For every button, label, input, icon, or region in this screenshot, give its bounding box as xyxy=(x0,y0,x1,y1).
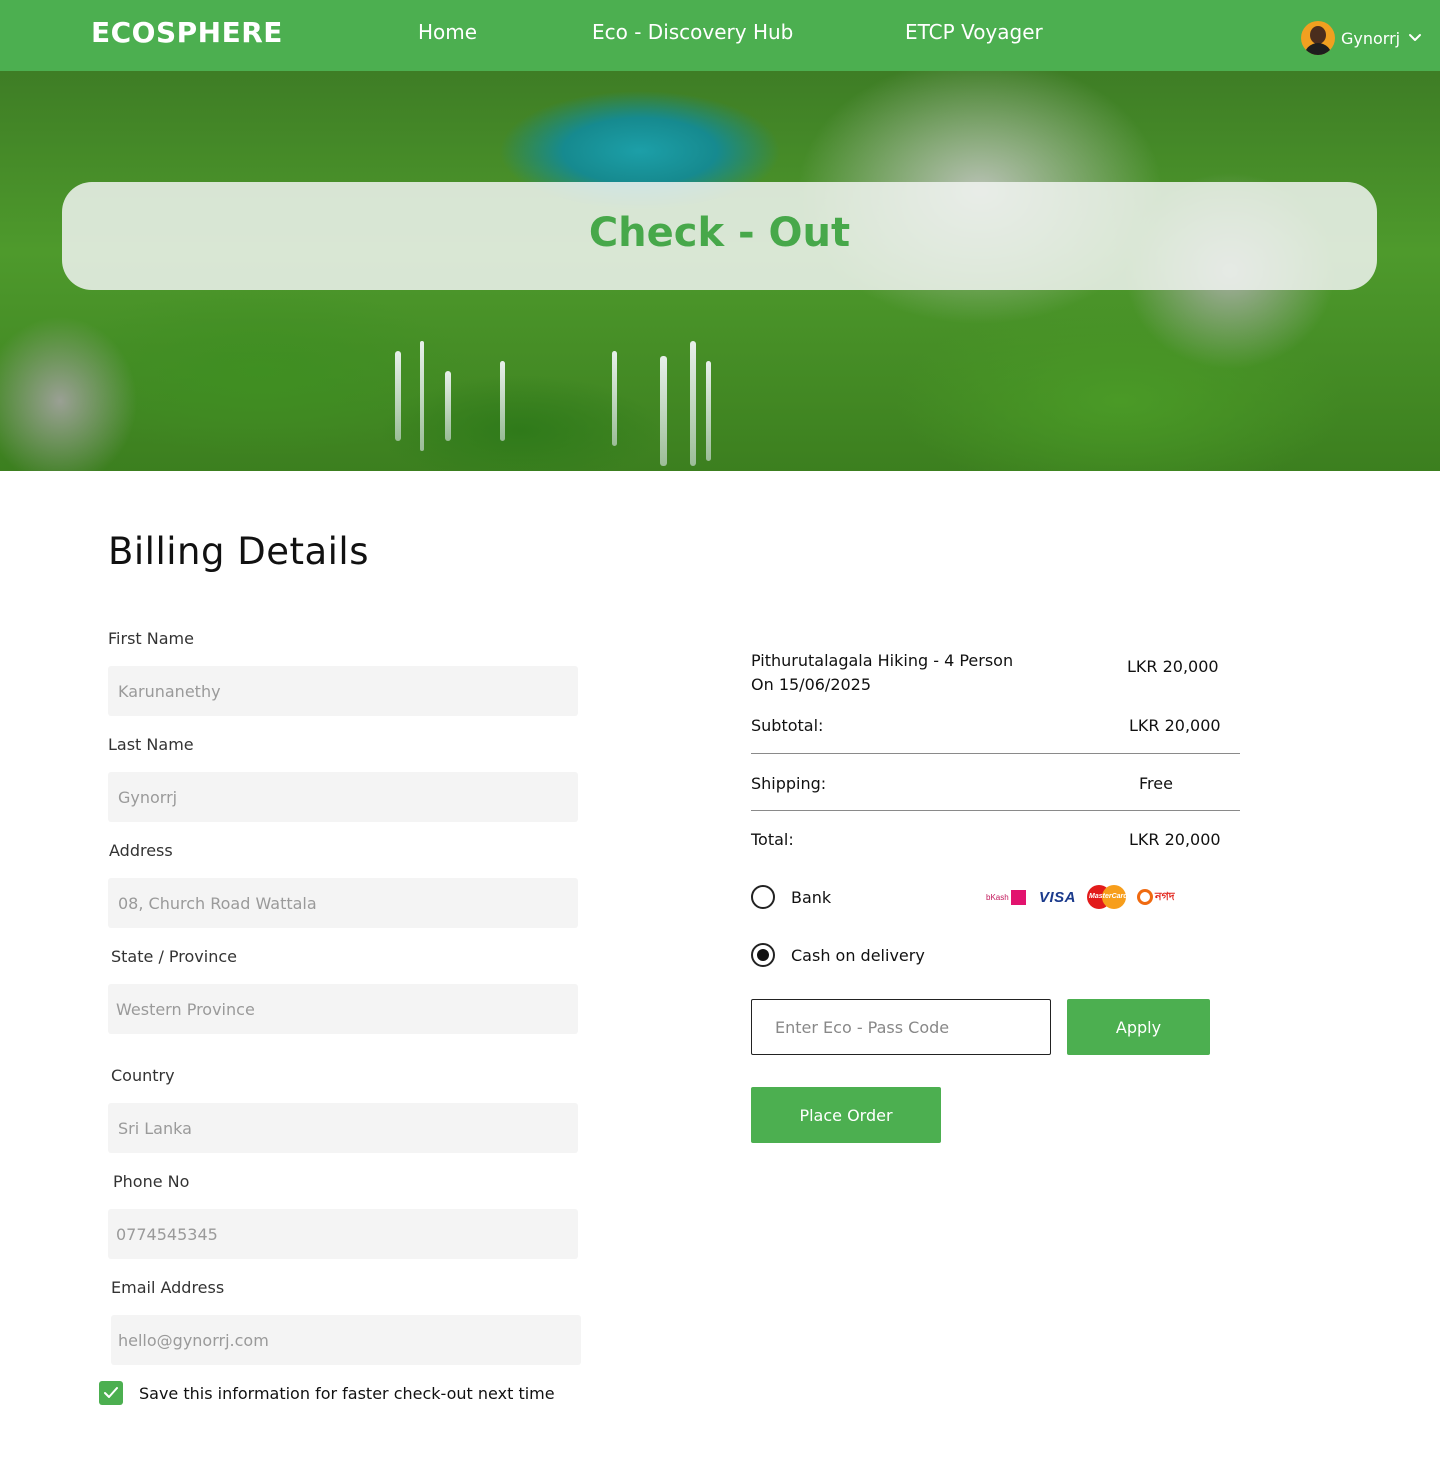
chevron-down-icon xyxy=(1409,34,1422,41)
phone-field[interactable] xyxy=(108,1209,578,1259)
top-navbar: ECOSPHERE Home Eco - Discovery Hub ETCP … xyxy=(0,0,1440,71)
first-name-field[interactable] xyxy=(108,666,578,716)
order-item-price: LKR 20,000 xyxy=(1127,657,1219,676)
first-name-label: First Name xyxy=(108,629,194,648)
address-field[interactable] xyxy=(108,878,578,928)
place-order-button[interactable]: Place Order xyxy=(751,1087,941,1143)
user-menu[interactable]: Gynorrj xyxy=(1301,21,1422,55)
save-info-label: Save this information for faster check-o… xyxy=(139,1384,555,1403)
state-province-label: State / Province xyxy=(111,947,237,966)
total-value: LKR 20,000 xyxy=(1129,830,1221,849)
total-label: Total: xyxy=(751,830,794,849)
subtotal-value: LKR 20,000 xyxy=(1129,716,1221,735)
order-item-name: Pithurutalagala Hiking - 4 Person xyxy=(751,651,1014,670)
save-info-checkbox[interactable] xyxy=(99,1381,123,1405)
phone-label: Phone No xyxy=(113,1172,190,1191)
country-label: Country xyxy=(111,1066,175,1085)
checkout-banner: Check - Out xyxy=(62,182,1377,290)
order-item-date: On 15/06/2025 xyxy=(751,675,872,694)
payment-label-bank: Bank xyxy=(791,888,832,907)
brand-logo[interactable]: ECOSPHERE xyxy=(91,16,283,49)
nagad-logo: নগদ xyxy=(1137,884,1175,910)
nav-link-etcp-voyager[interactable]: ETCP Voyager xyxy=(905,20,1043,44)
billing-heading: Billing Details xyxy=(108,530,369,573)
email-label: Email Address xyxy=(111,1278,225,1297)
payment-radio-bank[interactable] xyxy=(751,885,775,909)
state-province-field[interactable] xyxy=(108,984,578,1034)
payment-radio-cash-on-delivery[interactable] xyxy=(751,943,775,967)
address-label: Address xyxy=(109,841,173,860)
visa-logo: VISA xyxy=(1039,888,1077,906)
nav-link-home[interactable]: Home xyxy=(418,20,477,44)
summary-divider xyxy=(751,810,1240,811)
payment-label-cash-on-delivery: Cash on delivery xyxy=(791,946,925,965)
country-field[interactable] xyxy=(108,1103,578,1153)
checkmark-icon xyxy=(104,1387,118,1398)
bkash-logo-text: bKash xyxy=(986,892,1009,902)
mastercard-logo-text: MasterCard xyxy=(1089,893,1128,900)
eco-pass-code-input[interactable] xyxy=(751,999,1051,1055)
page-title: Check - Out xyxy=(588,210,851,256)
mastercard-logo: MasterCard xyxy=(1087,884,1128,910)
user-name: Gynorrj xyxy=(1341,28,1401,48)
email-field[interactable] xyxy=(111,1315,581,1365)
last-name-label: Last Name xyxy=(108,735,194,754)
shipping-label: Shipping: xyxy=(751,774,827,793)
hero-landscape-image: Check - Out xyxy=(0,71,1440,471)
last-name-field[interactable] xyxy=(108,772,578,822)
nav-link-eco-discovery-hub[interactable]: Eco - Discovery Hub xyxy=(592,20,793,44)
avatar xyxy=(1301,21,1335,55)
subtotal-label: Subtotal: xyxy=(751,716,824,735)
summary-divider xyxy=(751,753,1240,754)
bkash-logo: bKash xyxy=(986,884,1026,910)
shipping-value: Free xyxy=(1139,774,1173,793)
nagad-logo-text: নগদ xyxy=(1155,890,1175,903)
apply-button[interactable]: Apply xyxy=(1067,999,1210,1055)
